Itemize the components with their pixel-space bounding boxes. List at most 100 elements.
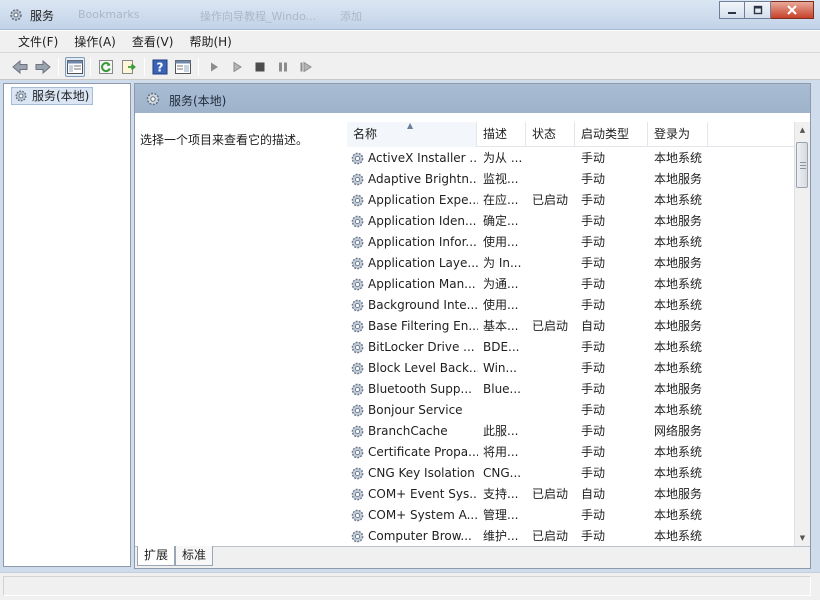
- gear-icon: [351, 341, 364, 354]
- service-logon-as: 本地系统: [654, 151, 703, 165]
- properties-button[interactable]: [173, 57, 193, 77]
- service-name: Bluetooth Supp...: [368, 382, 472, 396]
- tree-item-services-local[interactable]: 服务(本地): [11, 87, 94, 105]
- gear-icon: [351, 362, 364, 375]
- table-row[interactable]: Application Man... 为通... 手动 本地系统: [347, 274, 796, 295]
- service-logon-as: 网络服务: [654, 424, 703, 438]
- minimize-button[interactable]: [719, 1, 745, 19]
- service-logon-as: 本地系统: [654, 403, 703, 417]
- table-row[interactable]: COM+ System A... 管理... 手动 本地系统: [347, 505, 796, 526]
- export-list-button[interactable]: [119, 57, 139, 77]
- console-tree: 服务(本地): [3, 83, 131, 567]
- table-row[interactable]: Application Iden... 确定... 手动 本地服务: [347, 211, 796, 232]
- service-description: 确定...: [483, 214, 519, 228]
- column-name-label: 名称: [353, 127, 378, 141]
- tab-standard[interactable]: 标准: [175, 546, 214, 566]
- column-header-name[interactable]: ▲ 名称: [347, 122, 477, 147]
- stop-icon: [255, 62, 265, 72]
- service-description: 为从 ...: [483, 151, 523, 165]
- start-service-alt-button[interactable]: [227, 57, 247, 77]
- maximize-button[interactable]: [745, 1, 771, 19]
- gear-icon: [351, 320, 364, 333]
- show-hide-console-tree-button[interactable]: [65, 57, 85, 77]
- table-row[interactable]: Application Expe... 在应... 已启动 手动 本地系统: [347, 190, 796, 211]
- table-row[interactable]: Computer Brow... 维护... 已启动 手动 本地系统: [347, 526, 796, 546]
- service-name: Computer Brow...: [368, 529, 472, 543]
- service-description: Blue...: [483, 382, 521, 396]
- minimize-icon: [728, 12, 736, 14]
- refresh-button[interactable]: [96, 57, 116, 77]
- service-logon-as: 本地服务: [654, 382, 703, 396]
- sort-ascending-icon: ▲: [407, 122, 414, 130]
- table-row[interactable]: Bluetooth Supp... Blue... 手动 本地服务: [347, 379, 796, 400]
- forward-button[interactable]: [33, 57, 53, 77]
- service-startup-type: 手动: [581, 361, 606, 375]
- table-row[interactable]: Block Level Back... Win... 手动 本地系统: [347, 358, 796, 379]
- column-header-logon[interactable]: 登录为: [648, 122, 708, 147]
- svg-text:?: ?: [157, 61, 164, 75]
- gear-icon: [351, 173, 364, 186]
- column-startup-label: 启动类型: [581, 127, 630, 141]
- tab-extended[interactable]: 扩展: [137, 546, 176, 566]
- help-button[interactable]: ?: [150, 57, 170, 77]
- service-name: Block Level Back...: [368, 361, 478, 375]
- column-header-status[interactable]: 状态: [526, 122, 575, 147]
- scroll-down-icon[interactable]: ▼: [795, 530, 810, 546]
- service-status: 已启动: [532, 193, 569, 207]
- service-startup-type: 手动: [581, 151, 606, 165]
- service-name: BranchCache: [368, 424, 448, 438]
- services-pane: 服务(本地) 选择一个项目来查看它的描述。 ▲ 名称 描述 状态 启动类型 登录…: [134, 83, 811, 569]
- menu-file[interactable]: 文件(F): [10, 31, 66, 53]
- console-tree-icon: [67, 60, 83, 74]
- column-header-startup[interactable]: 启动类型: [575, 122, 648, 147]
- pane-header: 服务(本地): [135, 84, 810, 114]
- table-row[interactable]: ActiveX Installer ... 为从 ... 手动 本地系统: [347, 148, 796, 169]
- start-service-button[interactable]: [204, 57, 224, 77]
- vertical-scrollbar[interactable]: ▲ ▼: [794, 122, 810, 546]
- gear-icon: [351, 467, 364, 480]
- menu-help[interactable]: 帮助(H): [181, 31, 239, 53]
- service-startup-type: 手动: [581, 193, 606, 207]
- restart-service-button[interactable]: [296, 57, 316, 77]
- table-row[interactable]: Application Laye... 为 In... 手动 本地服务: [347, 253, 796, 274]
- gear-icon: [351, 404, 364, 417]
- service-name: Background Inte...: [368, 298, 478, 312]
- status-panel: [3, 576, 811, 596]
- column-header-desc[interactable]: 描述: [477, 122, 526, 147]
- restore-icon: [753, 5, 762, 15]
- table-row[interactable]: CNG Key Isolation CNG... 手动 本地系统: [347, 463, 796, 484]
- table-row[interactable]: BranchCache 此服... 手动 网络服务: [347, 421, 796, 442]
- service-logon-as: 本地系统: [654, 298, 703, 312]
- service-startup-type: 自动: [581, 487, 606, 501]
- table-row[interactable]: Application Infor... 使用... 手动 本地系统: [347, 232, 796, 253]
- service-status: 已启动: [532, 529, 569, 543]
- close-button[interactable]: [771, 1, 814, 19]
- service-logon-as: 本地系统: [654, 508, 703, 522]
- gear-icon: [351, 215, 364, 228]
- back-button[interactable]: [10, 57, 30, 77]
- table-row[interactable]: BitLocker Drive ... BDE... 手动 本地系统: [347, 337, 796, 358]
- scroll-thumb[interactable]: [796, 142, 808, 188]
- table-row[interactable]: Adaptive Brightn... 监视... 手动 本地服务: [347, 169, 796, 190]
- service-description: 使用...: [483, 298, 519, 312]
- service-description: 监视...: [483, 172, 519, 186]
- service-logon-as: 本地服务: [654, 172, 703, 186]
- scroll-up-icon[interactable]: ▲: [795, 122, 810, 138]
- menu-view[interactable]: 查看(V): [124, 31, 182, 53]
- forward-arrow-icon: [35, 59, 51, 75]
- background-tab-1: Bookmarks: [78, 8, 140, 21]
- table-row[interactable]: Base Filtering En... 基本... 已启动 自动 本地服务: [347, 316, 796, 337]
- stop-service-button[interactable]: [250, 57, 270, 77]
- menu-action[interactable]: 操作(A): [66, 31, 124, 53]
- service-logon-as: 本地服务: [654, 214, 703, 228]
- service-startup-type: 手动: [581, 277, 606, 291]
- view-tabs: 扩展 标准: [135, 546, 810, 568]
- table-row[interactable]: COM+ Event Sys... 支持... 已启动 自动 本地服务: [347, 484, 796, 505]
- table-row[interactable]: Background Inte... 使用... 手动 本地系统: [347, 295, 796, 316]
- service-rows: ActiveX Installer ... 为从 ... 手动 本地系统 Adaptiv…: [347, 148, 796, 546]
- table-row[interactable]: Certificate Propa... 将用... 手动 本地系统: [347, 442, 796, 463]
- pause-service-button[interactable]: [273, 57, 293, 77]
- service-startup-type: 手动: [581, 382, 606, 396]
- table-row[interactable]: Bonjour Service 手动 本地系统: [347, 400, 796, 421]
- service-logon-as: 本地系统: [654, 235, 703, 249]
